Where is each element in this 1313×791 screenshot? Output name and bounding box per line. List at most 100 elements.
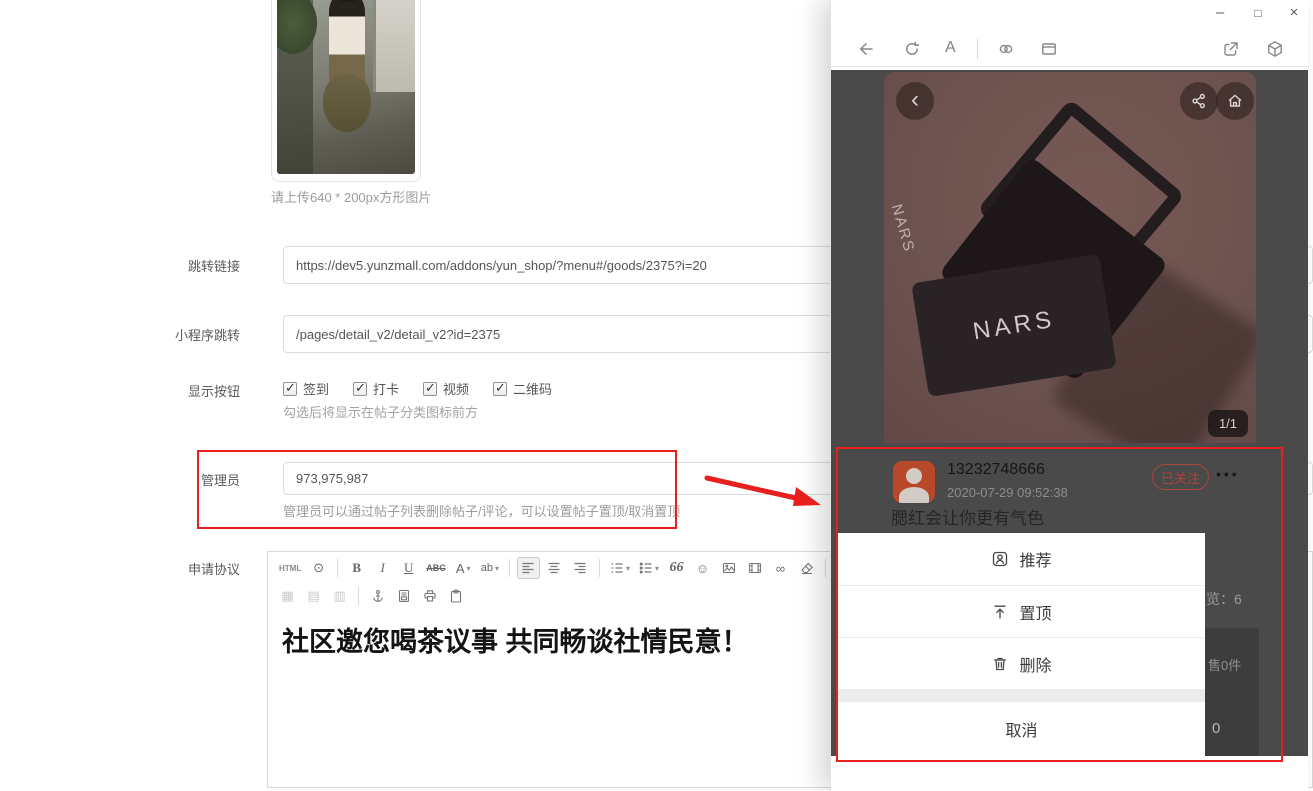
checkbox-punch[interactable]: 打卡 [353,379,399,398]
share-nodes-icon [1190,92,1208,110]
unordered-list-button[interactable]: ▾ [636,557,662,579]
blockquote-button[interactable]: 66 [665,557,688,579]
checkbox-signin-label: 签到 [303,379,329,398]
italic-button[interactable]: I [371,557,394,579]
avatar[interactable] [893,461,935,503]
align-right-button[interactable] [569,557,592,579]
share-page-button[interactable] [1222,40,1240,63]
post-username: 13232748666 [947,461,1045,479]
action-delete-label: 删除 [1019,652,1051,676]
window-minimize-button[interactable]: – [1211,3,1229,23]
cube-icon [1266,40,1284,58]
html-source-icon: HTML [279,564,301,573]
remove-format-button[interactable] [795,557,818,579]
action-recommend-label: 推荐 [1019,547,1051,571]
document-image-icon [397,589,411,603]
font-color-button[interactable]: A▾ [452,557,475,579]
display-buttons-group: 签到 打卡 视频 二维码 [283,379,552,398]
html-source-button[interactable]: HTML [276,557,304,579]
admin-users-help: 管理员可以通过帖子列表删除帖子/评论，可以设置帖子置顶/取消置顶 [283,501,680,520]
eraser-icon [800,561,814,575]
trash-icon [991,655,1009,673]
action-sheet-gap [838,689,1205,702]
checkbox-checked-icon [423,382,437,396]
share-icon [1222,40,1240,58]
link-icon [997,40,1015,58]
word-paste-button[interactable] [392,585,415,607]
views-count-occluded: 览：6 [1206,589,1242,609]
action-cancel[interactable]: 取消 [838,702,1205,756]
checkbox-video[interactable]: 视频 [423,379,469,398]
brand-logo-side: NARS [888,202,918,254]
highlight-icon: ab [481,562,493,574]
upload-caption: 请上传640 * 200px方形图片 [271,187,431,206]
checkbox-checked-icon [353,382,367,396]
underline-button[interactable]: U [397,557,420,579]
browser-panel-button[interactable] [1040,40,1058,63]
home-icon [1226,92,1244,110]
copy-link-button[interactable] [997,40,1015,63]
admin-users-label: 管理员 [80,470,240,489]
phone-home-button[interactable] [1216,82,1254,120]
follow-badge[interactable]: 已关注 [1152,464,1209,490]
font-color-icon: A [456,561,465,576]
highlight-button[interactable]: ab▾ [478,557,502,579]
insert-link-button[interactable]: ∞ [769,557,792,579]
font-settings-button[interactable]: A [945,39,956,57]
checkbox-punch-label: 打卡 [373,379,399,398]
action-recommend[interactable]: 推荐 [838,533,1205,585]
post-content-text: 腮红会让你更有气色 [891,504,1044,529]
preview-icon: ⊙ [313,560,324,576]
insert-media-button[interactable] [743,557,766,579]
miniprogram-jump-label: 小程序跳转 [80,325,240,344]
phone-share-button[interactable] [1180,82,1218,120]
align-right-icon [573,561,587,575]
recommend-icon [991,550,1009,568]
table-insert-button[interactable]: ▦ [276,585,299,607]
chevron-down-icon: ▾ [495,564,499,573]
agreement-label: 申请协议 [80,559,240,578]
checkbox-qrcode-label: 二维码 [513,379,552,398]
back-arrow-icon [857,40,875,58]
ordered-list-button[interactable]: ▾ [607,557,633,579]
3d-viewer-button[interactable] [1266,40,1284,63]
bold-button[interactable]: B [345,557,368,579]
emoji-button[interactable]: ☺ [691,557,714,579]
display-buttons-label: 显示按钮 [80,381,240,400]
clipboard-paste-icon [449,589,463,603]
toolbar-bottom-border [830,66,1308,67]
print-button[interactable] [418,585,441,607]
brand-logo: NARS [971,305,1057,346]
action-delete[interactable]: 删除 [838,637,1205,689]
insert-image-button[interactable] [717,557,740,579]
table-column-button[interactable]: ▥ [328,585,351,607]
phone-back-button[interactable]: ‹ [896,82,934,120]
more-options-button[interactable]: ••• [1216,466,1240,482]
window-close-button[interactable]: × [1285,3,1303,23]
jump-link-label: 跳转链接 [80,256,240,275]
checkbox-signin[interactable]: 签到 [283,379,329,398]
checkbox-video-label: 视频 [443,379,469,398]
pin-top-icon [991,603,1009,621]
strikethrough-button[interactable]: ABC [423,557,449,579]
price-occluded: 0 [1212,720,1220,737]
preview-button[interactable]: ⊙ [307,557,330,579]
toolbar-separator [358,587,359,605]
table-row-button[interactable]: ▤ [302,585,325,607]
nav-back-button[interactable] [857,40,875,63]
align-center-button[interactable] [543,557,566,579]
paste-button[interactable] [444,585,467,607]
action-pin-top-label: 置顶 [1019,600,1051,624]
toolbar-separator [337,559,338,577]
refresh-button[interactable] [903,40,921,63]
checkbox-qrcode[interactable]: 二维码 [493,379,552,398]
toolbar-separator [509,559,510,577]
chevron-left-icon: ‹ [911,88,919,112]
action-pin-top[interactable]: 置顶 [838,585,1205,637]
toolbar-separator [599,559,600,577]
anchor-button[interactable] [366,585,389,607]
unordered-list-icon [639,561,653,575]
align-left-button[interactable] [517,557,540,579]
print-icon [423,589,437,603]
window-maximize-button[interactable]: □ [1249,3,1267,23]
